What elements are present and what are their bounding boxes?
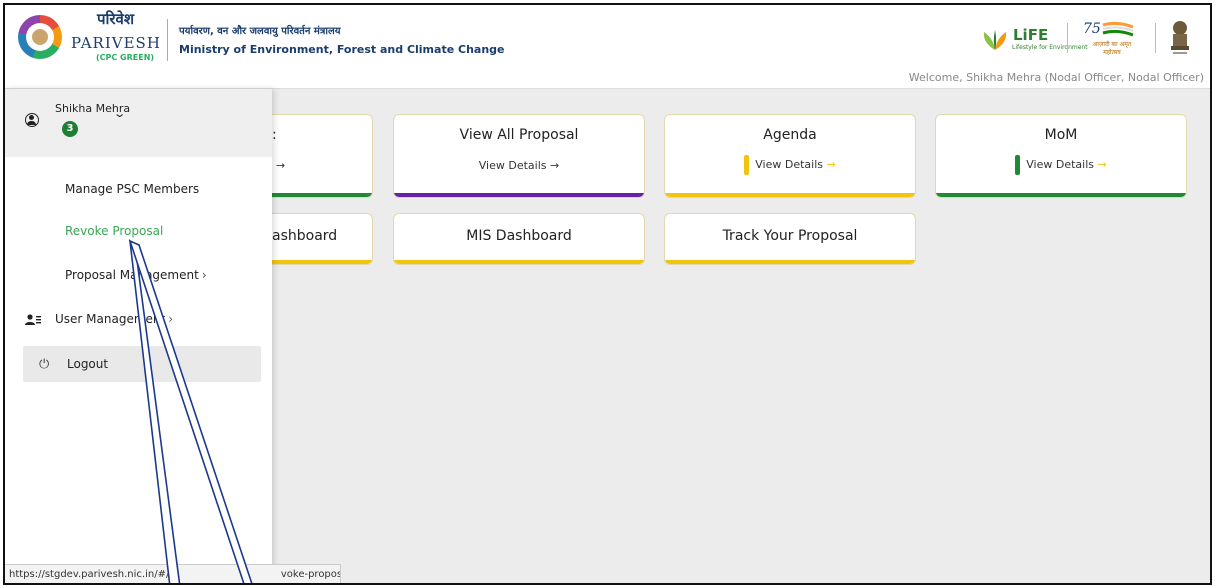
card-view-details-link[interactable]: View Details → [394, 159, 644, 172]
card-title: Track Your Proposal [722, 228, 858, 244]
app-window: परिवेश PARIVESH (CPC GREEN) पर्यावरण, वन… [3, 3, 1212, 585]
card-title: Agenda [763, 127, 817, 143]
chevron-right-icon: › [168, 312, 174, 326]
card-link-label: View Details [1026, 158, 1095, 171]
yellow-flag-icon [744, 155, 750, 175]
azadi-text: आज़ादी का अमृत महोत्सव [1092, 41, 1132, 56]
sidebar-item-proposal-management[interactable]: Proposal Management › [65, 268, 207, 282]
mis-dashboard-card[interactable]: MIS Dashboard [393, 213, 645, 265]
welcome-message: Welcome, Shikha Mehra (Nodal Officer, No… [908, 71, 1204, 84]
card-accent-bar [394, 260, 644, 264]
user-profile-block[interactable]: Shikha Mehra ⌄ 3 [5, 89, 272, 157]
card-view-details-link[interactable]: View Details → [665, 155, 915, 175]
arrow-right-icon: → [1097, 158, 1107, 171]
svg-text:75: 75 [1083, 21, 1101, 37]
brand-hindi: परिवेश [97, 10, 135, 28]
power-icon: ⏻ [39, 357, 50, 372]
card-view-details-link[interactable]: → [276, 159, 285, 172]
mom-card[interactable]: MoM View Details → [935, 114, 1187, 198]
logout-button[interactable]: ⏻ Logout [23, 346, 261, 382]
agenda-card[interactable]: Agenda View Details → [664, 114, 916, 198]
card-title: MoM [1044, 127, 1078, 143]
view-all-proposal-card[interactable]: View All Proposal View Details → [393, 114, 645, 198]
card-title: MIS Dashboard [466, 228, 572, 244]
top-header: परिवेश PARIVESH (CPC GREEN) पर्यावरण, वन… [5, 5, 1210, 89]
card-accent-bar [936, 193, 1186, 197]
logout-label: Logout [67, 357, 109, 371]
user-avatar-icon [25, 113, 39, 127]
header-separator [1155, 23, 1156, 53]
status-url-right: voke-proposal-list [280, 569, 341, 580]
life-logo-title: LiFE [1013, 26, 1049, 44]
header-divider [167, 19, 168, 61]
card-accent-bar [665, 260, 915, 264]
card-accent-bar [394, 193, 644, 197]
sidebar-item-manage-psc-members[interactable]: Manage PSC Members [65, 182, 199, 196]
sidebar-item-label: User Management [55, 312, 166, 326]
notification-count-badge: 3 [62, 121, 78, 137]
card-accent-bar [665, 193, 915, 197]
header-separator [1067, 23, 1068, 53]
life-leaf-icon [983, 30, 1007, 50]
ministry-name-hindi: पर्यावरण, वन और जलवायु परिवर्तन मंत्रालय [179, 26, 341, 37]
status-url-left: https://stgdev.parivesh.nic.in/#/c [9, 569, 175, 580]
chevron-right-icon: › [201, 268, 207, 282]
brand-english: PARIVESH [71, 34, 161, 52]
arrow-right-icon: → [826, 158, 836, 171]
ministry-name-english: Ministry of Environment, Forest and Clim… [179, 43, 505, 56]
chevron-down-icon[interactable]: ⌄ [113, 107, 127, 120]
card-link-label: View Details [755, 158, 824, 171]
life-logo-subtitle: Lifestyle for Environment [1012, 44, 1088, 51]
sidebar-item-revoke-proposal[interactable]: Revoke Proposal [65, 224, 163, 238]
card-title: ashboard [272, 228, 338, 244]
card-view-details-link[interactable]: View Details → [936, 155, 1186, 175]
sidebar-item-label: Proposal Management [65, 268, 199, 282]
sidebar-menu: Shikha Mehra ⌄ 3 Manage PSC Members Revo… [5, 89, 272, 583]
green-flag-icon [1015, 155, 1021, 175]
parivesh-logo-icon[interactable] [18, 15, 62, 59]
national-emblem-icon [1171, 21, 1189, 54]
card-title: View All Proposal [459, 127, 579, 143]
brand-subtitle: (CPC GREEN) [96, 53, 155, 62]
sidebar-item-user-management[interactable]: User Management › [55, 312, 173, 326]
card-title: : [272, 127, 277, 143]
track-your-proposal-card[interactable]: Track Your Proposal [664, 213, 916, 265]
users-icon [25, 314, 41, 325]
browser-status-bar: https://stgdev.parivesh.nic.in/#/c voke-p… [5, 564, 341, 583]
